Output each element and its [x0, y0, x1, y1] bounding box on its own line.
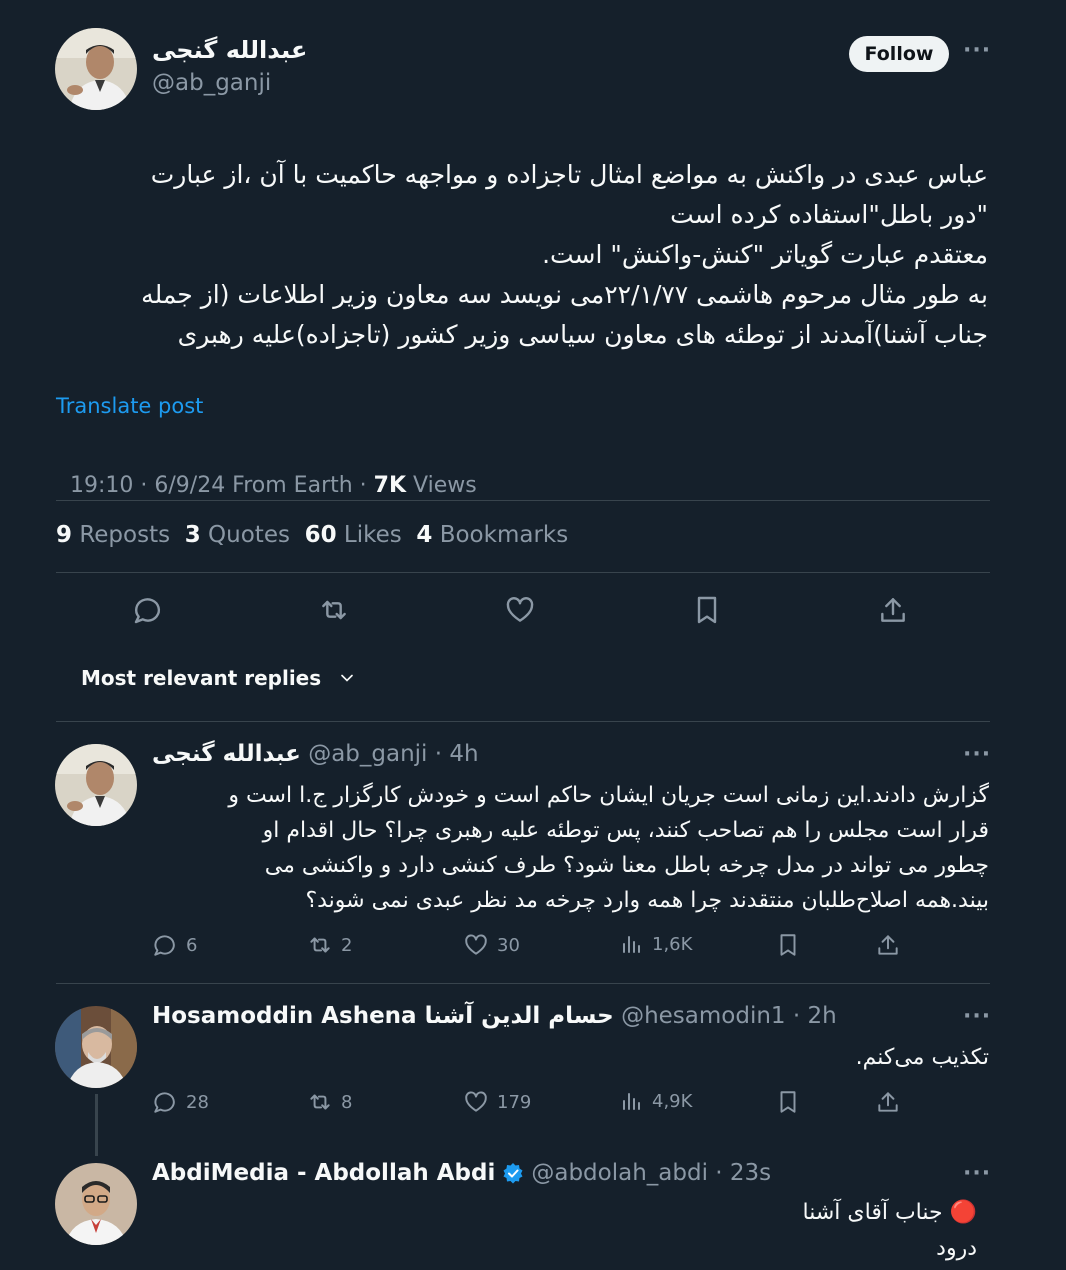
author-handle[interactable]: @ab_ganji: [152, 70, 271, 96]
reply-views-button[interactable]: 1,6K: [620, 932, 692, 956]
reply-text-line: بیند.همه اصلاح‌طلبان منتقدند چرا همه وار…: [305, 888, 989, 913]
more-options-icon[interactable]: ···: [963, 1004, 991, 1029]
reply-views-button[interactable]: 4,9K: [620, 1089, 692, 1113]
repost-icon: [310, 937, 330, 953]
reply-text: 🔴 جناب آقای آشنا درود: [152, 1195, 977, 1267]
reply-header: Hosamoddin Ashena حسام الدین آشنا @hesam…: [152, 1003, 837, 1029]
more-options-icon[interactable]: ···: [963, 1161, 991, 1186]
reply-count: 6: [186, 934, 198, 956]
thread-connector-line: [95, 1094, 98, 1156]
divider: [56, 983, 990, 984]
author-avatar[interactable]: [55, 28, 137, 110]
views-icon: [623, 1093, 640, 1110]
reply-count: 28: [186, 1091, 209, 1113]
reply-text-line: تکذیب می‌کنم.: [855, 1045, 989, 1070]
chevron-down-icon: [337, 668, 357, 688]
reposts-stat[interactable]: 9 Reposts: [56, 522, 170, 548]
reply-like-button[interactable]: 179: [463, 1089, 531, 1115]
quotes-stat[interactable]: 3 Quotes: [185, 522, 290, 548]
reply-reply-button[interactable]: 6: [152, 932, 197, 958]
like-icon[interactable]: [504, 594, 536, 626]
reply-header: AbdiMedia - Abdollah Abdi @abdolah_abdi …: [152, 1160, 771, 1186]
post-text-line: معتقدم عبارت گویاتر "کنش-واکنش" است.: [542, 240, 988, 269]
like-icon: [465, 1091, 487, 1112]
views-count: 1,6K: [652, 933, 693, 955]
reply-icon[interactable]: [132, 594, 164, 626]
reply-avatar[interactable]: [55, 1006, 137, 1088]
post-text-line: به طور مثال مرحوم هاشمی ۲۲/۱/۷۷می نویسد …: [141, 280, 988, 309]
post-text-line: جناب آشنا)آمدند از توطئه های معاون سیاسی…: [177, 320, 988, 349]
likes-stat[interactable]: 60 Likes: [305, 522, 402, 548]
replies-sort-label: Most relevant replies: [81, 666, 322, 690]
reply-text-line: 🔴 جناب آقای آشنا: [802, 1200, 977, 1225]
post-meta: 19:10 · 6/9/24 From Earth · 7K Views: [56, 448, 477, 498]
reply-reply-button[interactable]: 28: [152, 1089, 209, 1115]
replies-sort-dropdown[interactable]: Most relevant replies: [81, 666, 357, 690]
views-icon: [623, 936, 640, 953]
reply-author-name[interactable]: عبدالله گنجی: [152, 741, 301, 767]
repost-icon: [310, 1094, 330, 1110]
reply-text: گزارش دادند.این زمانی است جریان ایشان حا…: [152, 778, 989, 918]
reply-header: عبدالله گنجی @ab_ganji · 4h: [152, 741, 479, 767]
divider: [56, 572, 990, 573]
reply-text-line: قرار است مجلس را هم تصاحب کنند، پس توطئه…: [262, 818, 989, 843]
reply-repost-button[interactable]: 2: [307, 932, 352, 958]
bookmarks-stat[interactable]: 4 Bookmarks: [416, 522, 568, 548]
reply-icon: [154, 1092, 175, 1113]
reply-icon: [154, 935, 175, 956]
reply-text: تکذیب می‌کنم.: [152, 1040, 989, 1075]
reply-text-line: چطور می تواند در مدل چرخه باطل معنا شود؟…: [264, 853, 989, 878]
divider: [56, 721, 990, 722]
share-icon[interactable]: [877, 594, 909, 626]
reply-text-line: درود: [936, 1236, 977, 1261]
author-name[interactable]: عبدالله گنجی: [152, 36, 307, 64]
like-count: 30: [497, 934, 520, 956]
reply-like-button[interactable]: 30: [463, 932, 520, 958]
post-timestamp[interactable]: 19:10 · 6/9/24 From Earth ·: [70, 473, 374, 498]
reply-repost-button[interactable]: 8: [307, 1089, 352, 1115]
like-icon: [465, 934, 487, 955]
post-text-line: "دور باطل"استفاده کرده است: [670, 200, 988, 229]
more-options-icon[interactable]: ···: [963, 38, 991, 63]
reply-author-name[interactable]: AbdiMedia - Abdollah Abdi: [152, 1160, 495, 1186]
follow-button[interactable]: Follow: [849, 36, 949, 72]
divider: [56, 500, 990, 501]
bookmark-icon[interactable]: [691, 594, 723, 626]
post-text-line: عباس عبدی در واکنش به مواضع امثال تاجزاد…: [150, 160, 988, 189]
views-label: Views: [406, 473, 477, 498]
share-icon[interactable]: [875, 1089, 901, 1115]
share-icon[interactable]: [875, 932, 901, 958]
reply-handle-time[interactable]: @hesamodin1 · 2h: [621, 1003, 837, 1029]
reply-handle-time[interactable]: @ab_ganji · 4h: [308, 741, 478, 767]
translate-link[interactable]: Translate post: [56, 394, 203, 418]
reply-handle-time[interactable]: @abdolah_abdi · 23s: [531, 1160, 771, 1186]
post-text: عباس عبدی در واکنش به مواضع امثال تاجزاد…: [56, 155, 988, 355]
views-count: 4,9K: [652, 1090, 693, 1112]
bookmark-icon[interactable]: [775, 1089, 801, 1115]
more-options-icon[interactable]: ···: [963, 742, 991, 767]
repost-count: 2: [341, 934, 353, 956]
reply-avatar[interactable]: [55, 744, 137, 826]
post-stats: 9 Reposts 3 Quotes 60 Likes 4 Bookmarks: [56, 522, 568, 548]
reply-text-line: گزارش دادند.این زمانی است جریان ایشان حا…: [228, 783, 989, 808]
repost-icon[interactable]: [318, 594, 350, 626]
reply-author-name[interactable]: Hosamoddin Ashena حسام الدین آشنا: [152, 1003, 614, 1029]
views-count: 7K: [373, 473, 407, 498]
repost-count: 8: [341, 1091, 353, 1113]
bookmark-icon[interactable]: [775, 932, 801, 958]
like-count: 179: [497, 1091, 532, 1113]
verified-badge-icon: [501, 1161, 525, 1185]
reply-avatar[interactable]: [55, 1163, 137, 1245]
